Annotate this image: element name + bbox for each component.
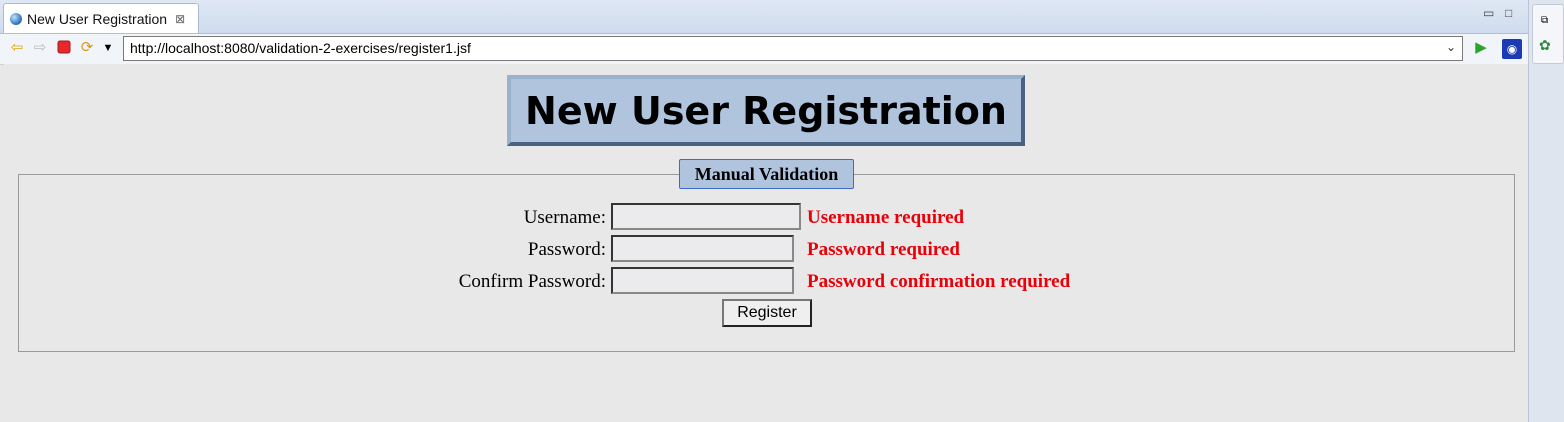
confirm-password-row: Confirm Password: Password confirmation … xyxy=(19,267,1514,295)
right-trim-bar: ⧉ ✿ xyxy=(1528,0,1564,422)
password-input[interactable] xyxy=(611,235,794,262)
page-content: New User Registration Manual Validation … xyxy=(4,64,1528,422)
register-button[interactable]: Register xyxy=(722,299,812,327)
username-row: Username: Username required xyxy=(19,203,1514,231)
stop-icon[interactable] xyxy=(56,40,72,56)
minimize-icon[interactable]: ▭ xyxy=(1483,6,1494,20)
browser-tab[interactable]: New User Registration ⊠ xyxy=(3,3,199,33)
password-label: Password: xyxy=(527,239,606,260)
url-text: http://localhost:8080/validation-2-exerc… xyxy=(130,40,471,56)
registration-fieldset: Manual Validation Username: Username req… xyxy=(18,159,1515,352)
chevron-down-icon[interactable]: ⌄ xyxy=(1446,40,1456,54)
username-label: Username: xyxy=(523,207,606,228)
confirm-password-label: Confirm Password: xyxy=(458,271,606,292)
maximize-icon[interactable]: □ xyxy=(1505,6,1512,20)
page-title: New User Registration xyxy=(525,88,1007,133)
url-field[interactable]: http://localhost:8080/validation-2-exerc… xyxy=(123,36,1463,61)
password-row: Password: Password required xyxy=(19,235,1514,263)
back-arrow-icon[interactable]: ⇦ xyxy=(9,40,25,56)
go-icon[interactable]: ▶ xyxy=(1473,40,1489,56)
page-title-box: New User Registration xyxy=(507,75,1025,146)
fieldset-legend: Manual Validation xyxy=(679,159,854,189)
browser-toolbar: ⇦ ⇨ ⟳ ▼ http://localhost:8080/validation… xyxy=(0,34,1528,65)
open-external-icon[interactable]: ◉ xyxy=(1502,39,1522,59)
dropdown-arrow-icon[interactable]: ▼ xyxy=(100,40,116,56)
perspective-icon[interactable]: ✿ xyxy=(1539,37,1551,54)
globe-icon xyxy=(10,12,22,25)
username-error: Username required xyxy=(807,207,965,228)
confirm-password-error: Password confirmation required xyxy=(807,271,1071,292)
forward-arrow-icon[interactable]: ⇨ xyxy=(32,40,48,56)
tab-title: New User Registration xyxy=(27,10,168,27)
confirm-password-input[interactable] xyxy=(611,267,794,294)
password-error: Password required xyxy=(807,239,960,260)
close-icon[interactable]: ⊠ xyxy=(175,12,185,26)
editor-tab-bar: New User Registration ⊠ ▭ □ xyxy=(0,0,1528,34)
restore-icon[interactable]: ⧉ xyxy=(1541,15,1548,26)
refresh-icon[interactable]: ⟳ xyxy=(79,40,95,56)
trim-stack: ⧉ ✿ xyxy=(1532,4,1564,64)
username-input[interactable] xyxy=(611,203,801,230)
